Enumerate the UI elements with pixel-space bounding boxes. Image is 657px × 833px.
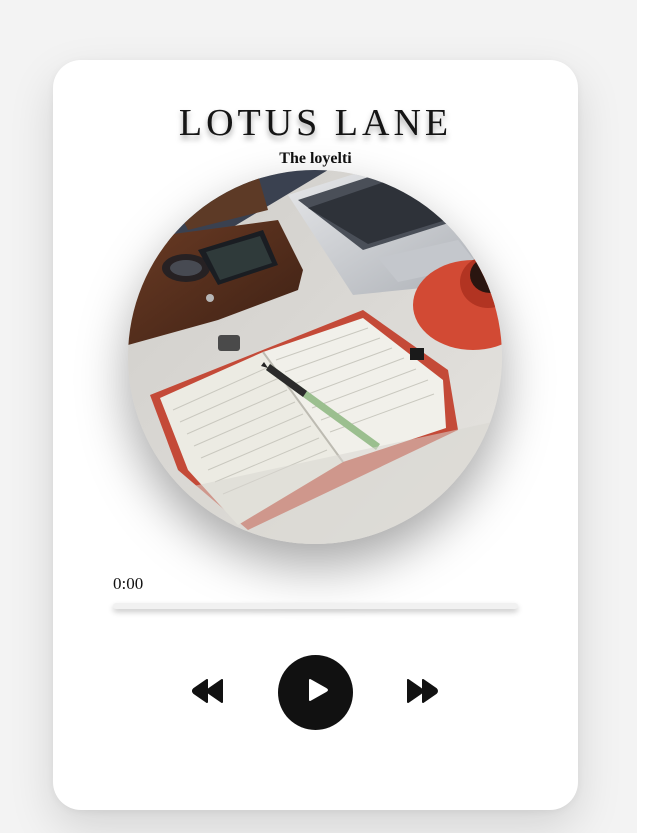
artist-name: The loyelti bbox=[279, 150, 352, 167]
music-player-card: LOTUS LANE The loyelti 0:00 bbox=[53, 60, 578, 810]
play-icon bbox=[303, 678, 329, 707]
progress-bar[interactable] bbox=[113, 603, 518, 609]
album-art bbox=[128, 170, 502, 544]
previous-button[interactable] bbox=[189, 678, 227, 708]
current-time: 0:00 bbox=[113, 574, 144, 593]
play-button[interactable] bbox=[278, 655, 353, 730]
next-button[interactable] bbox=[403, 678, 441, 708]
rewind-icon bbox=[192, 678, 224, 708]
song-title: LOTUS LANE bbox=[178, 102, 453, 144]
page-edge bbox=[637, 0, 657, 833]
fast-forward-icon bbox=[406, 678, 438, 708]
